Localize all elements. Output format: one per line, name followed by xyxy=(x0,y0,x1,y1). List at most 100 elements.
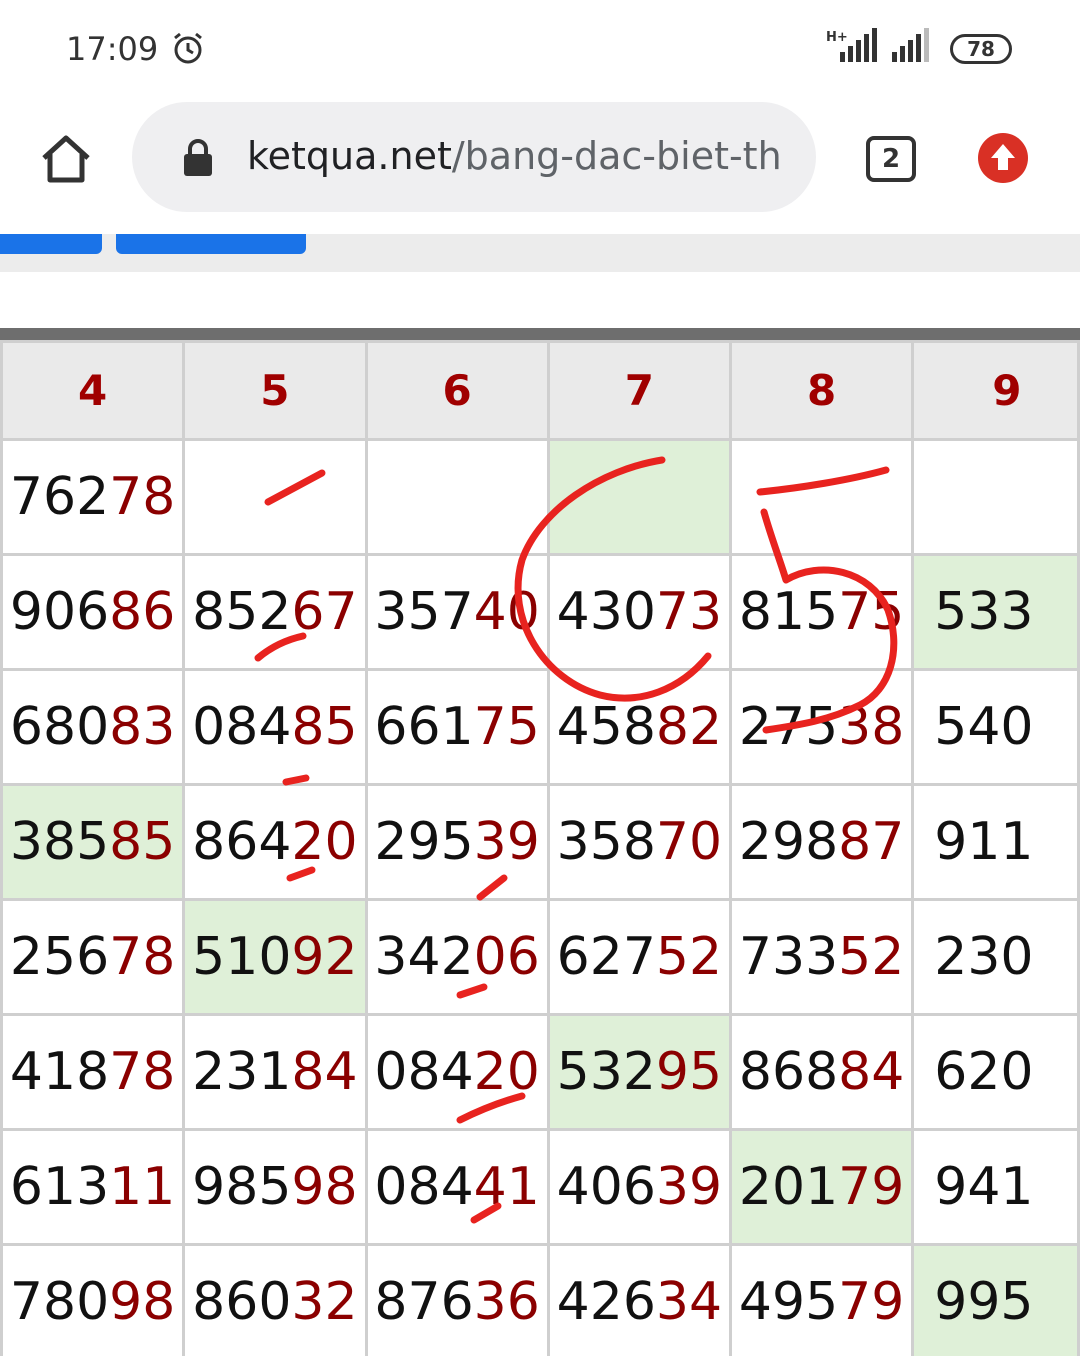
result-cell: 49579 xyxy=(728,1243,915,1356)
result-last-two: 83 xyxy=(109,697,176,757)
nav-button-partial[interactable] xyxy=(0,234,102,254)
result-prefix: 533 xyxy=(934,582,1034,642)
result-prefix: 385 xyxy=(9,812,110,872)
result-cell: 29539 xyxy=(364,783,550,901)
result-prefix: 733 xyxy=(738,927,839,987)
result-cell: 25678 xyxy=(0,898,186,1016)
result-prefix: 426 xyxy=(556,1272,656,1332)
result-prefix: 358 xyxy=(556,812,656,872)
url-host: ketqua.net xyxy=(247,134,452,178)
alarm-icon xyxy=(174,32,202,64)
result-prefix: 357 xyxy=(374,582,474,642)
lock-icon[interactable] xyxy=(180,138,216,178)
result-prefix: 680 xyxy=(9,697,110,757)
result-prefix: 201 xyxy=(738,1157,839,1217)
result-last-two: 52 xyxy=(838,927,905,987)
result-cell: 995 xyxy=(911,1243,1080,1356)
result-prefix: 510 xyxy=(192,927,292,987)
result-cell: 35870 xyxy=(546,783,733,901)
result-last-two: 41 xyxy=(473,1157,540,1217)
url-text[interactable]: ketqua.net/bang-dac-biet-th xyxy=(247,134,802,178)
result-prefix: 540 xyxy=(934,697,1034,757)
home-icon[interactable] xyxy=(38,130,94,186)
table-row: 68083 08485 66175 45882 27538 540 xyxy=(0,668,1080,786)
result-last-two: 67 xyxy=(291,582,358,642)
nav-button[interactable] xyxy=(116,234,306,254)
update-icon[interactable] xyxy=(977,132,1029,184)
result-last-two: 92 xyxy=(291,927,358,987)
result-last-two: 40 xyxy=(473,582,540,642)
result-last-two: 78 xyxy=(109,1042,176,1102)
status-bar: 17:09 H+ 78 xyxy=(0,0,1080,100)
result-cell: 51092 xyxy=(182,898,368,1016)
result-cell xyxy=(182,438,368,556)
result-prefix: 458 xyxy=(556,697,656,757)
column-header: 7 xyxy=(546,340,733,441)
result-last-two: 79 xyxy=(838,1272,905,1332)
result-cell: 911 xyxy=(911,783,1080,901)
table-row: 76278 xyxy=(0,438,1080,556)
result-cell: 86032 xyxy=(182,1243,368,1356)
result-last-two: 95 xyxy=(655,1042,723,1102)
result-cell: 76278 xyxy=(0,438,186,556)
table-row: 38585 86420 29539 35870 29887 911 xyxy=(0,783,1080,901)
result-cell: 08485 xyxy=(182,668,368,786)
result-last-two: 84 xyxy=(291,1042,358,1102)
result-cell: 87636 xyxy=(364,1243,550,1356)
table-row: 78098 86032 87636 42634 49579 995 xyxy=(0,1243,1080,1356)
result-last-two: 39 xyxy=(655,1157,723,1217)
table-row: 61311 98598 08441 40639 20179 941 xyxy=(0,1128,1080,1246)
result-cell: 08441 xyxy=(364,1128,550,1246)
table-row: 41878 23184 08420 53295 86884 620 xyxy=(0,1013,1080,1131)
result-cell: 27538 xyxy=(728,668,915,786)
result-last-two: 87 xyxy=(838,812,905,872)
result-prefix: 406 xyxy=(556,1157,656,1217)
result-prefix: 342 xyxy=(374,927,474,987)
result-cell: 941 xyxy=(911,1128,1080,1246)
result-last-two: 34 xyxy=(655,1272,723,1332)
result-last-two: 82 xyxy=(655,697,723,757)
tab-switcher-button[interactable]: 2 xyxy=(866,136,916,182)
result-prefix: 906 xyxy=(9,582,110,642)
result-cell: 35740 xyxy=(364,553,550,671)
result-cell: 73352 xyxy=(728,898,915,1016)
result-prefix: 256 xyxy=(9,927,110,987)
result-last-two: 98 xyxy=(291,1157,358,1217)
result-cell: 53295 xyxy=(546,1013,733,1131)
result-cell: 29887 xyxy=(728,783,915,901)
result-last-two: 78 xyxy=(109,467,176,527)
result-cell: 23184 xyxy=(182,1013,368,1131)
result-last-two: 36 xyxy=(473,1272,540,1332)
result-prefix: 418 xyxy=(9,1042,110,1102)
result-cell: 540 xyxy=(911,668,1080,786)
result-prefix: 230 xyxy=(934,927,1034,987)
result-cell: 86884 xyxy=(728,1013,915,1131)
result-last-two: 73 xyxy=(655,582,723,642)
column-header: 5 xyxy=(182,340,368,441)
result-last-two: 52 xyxy=(655,927,723,987)
result-last-two: 38 xyxy=(838,697,905,757)
table-row: 25678 51092 34206 62752 73352 230 xyxy=(0,898,1080,1016)
result-cell xyxy=(728,438,915,556)
result-prefix: 815 xyxy=(738,582,839,642)
result-prefix: 495 xyxy=(738,1272,839,1332)
result-prefix: 995 xyxy=(934,1272,1034,1332)
result-prefix: 941 xyxy=(934,1157,1034,1217)
result-prefix: 864 xyxy=(192,812,292,872)
result-prefix: 084 xyxy=(374,1157,474,1217)
result-cell: 230 xyxy=(911,898,1080,1016)
signal-icon-sim1 xyxy=(840,28,877,62)
battery-level: 78 xyxy=(967,37,995,61)
result-cell: 34206 xyxy=(364,898,550,1016)
result-cell: 41878 xyxy=(0,1013,186,1131)
result-cell: 61311 xyxy=(0,1128,186,1246)
header-row: 4 5 6 7 8 9 xyxy=(0,340,1080,441)
clock-time: 17:09 xyxy=(66,30,159,68)
result-prefix: 231 xyxy=(192,1042,292,1102)
result-cell xyxy=(364,438,550,556)
result-prefix: 620 xyxy=(934,1042,1034,1102)
result-prefix: 084 xyxy=(374,1042,474,1102)
results-table-container: 4 5 6 7 8 9 76278 90686 85267 35740 43073 815… xyxy=(0,328,1080,1356)
result-last-two: 06 xyxy=(473,927,540,987)
result-cell: 43073 xyxy=(546,553,733,671)
